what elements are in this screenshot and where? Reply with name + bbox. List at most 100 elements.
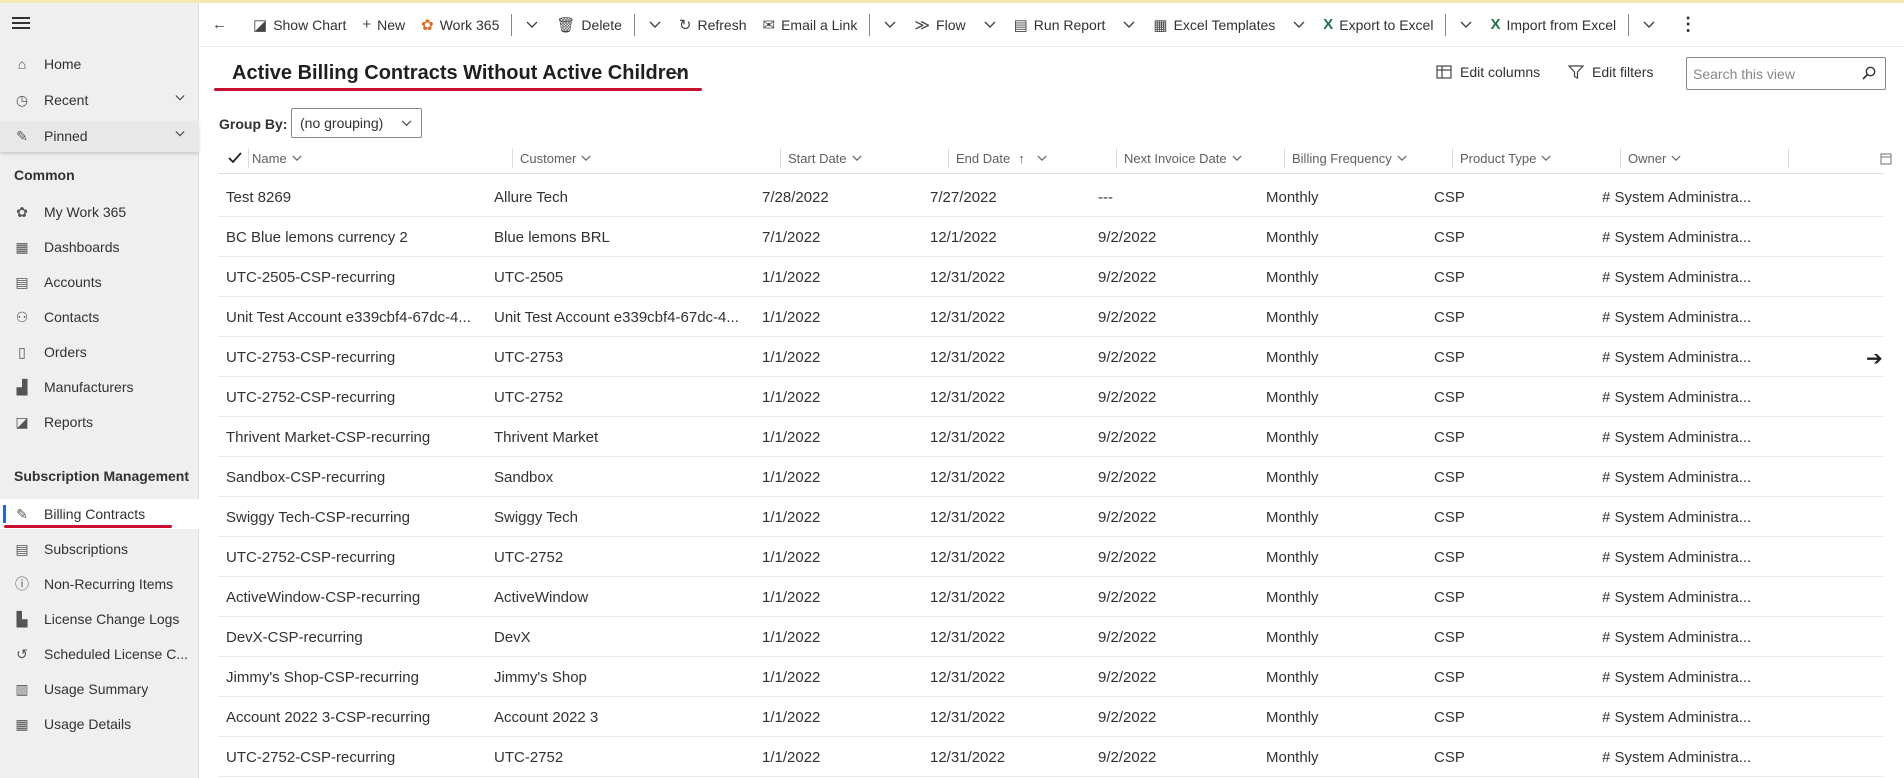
sidebar-item-dashboards[interactable]: ▦ Dashboards (0, 232, 199, 262)
select-all-checkbox[interactable] (228, 142, 242, 174)
column-settings-icon[interactable] (1880, 153, 1892, 165)
column-header-owner[interactable]: Owner (1628, 142, 1681, 174)
sidebar-item-my-work365[interactable]: ✿ My Work 365 (0, 197, 199, 227)
view-title[interactable]: Active Billing Contracts Without Active … (232, 62, 689, 85)
table-row[interactable]: Unit Test Account e339cbf4-67dc-4... Unit… (218, 297, 1884, 337)
cell-owner[interactable]: # System Administra... (1602, 577, 1772, 617)
cell-name[interactable]: Jimmy's Shop-CSP-recurring (226, 657, 481, 697)
column-header-billing-frequency[interactable]: Billing Frequency (1292, 142, 1407, 174)
cell-customer[interactable]: Unit Test Account e339cbf4-67dc-4... (494, 297, 749, 337)
edit-filters-button[interactable]: Edit filters (1568, 64, 1653, 80)
table-row[interactable]: Sandbox-CSP-recurring Sandbox 1/1/2022 12/3… (218, 457, 1884, 497)
cell-name[interactable]: BC Blue lemons currency 2 (226, 217, 481, 257)
sidebar-item-accounts[interactable]: ▤ Accounts (0, 267, 199, 297)
work365-button[interactable]: ✿ Work 365 (413, 3, 507, 47)
run-report-dropdown[interactable] (1113, 3, 1145, 47)
cell-name[interactable]: Unit Test Account e339cbf4-67dc-4... (226, 297, 481, 337)
column-header-customer[interactable]: Customer (520, 142, 591, 174)
back-button[interactable]: ← (200, 3, 245, 47)
column-header-end-date[interactable]: End Date ↑ (956, 142, 1047, 174)
cell-owner[interactable]: # System Administra... (1602, 457, 1772, 497)
table-row[interactable]: BC Blue lemons currency 2 Blue lemons BRL… (218, 217, 1884, 257)
cell-owner[interactable]: # System Administra... (1602, 257, 1772, 297)
sidebar-item-license-change-logs[interactable]: ▙ License Change Logs (0, 604, 199, 634)
cell-owner[interactable]: # System Administra... (1602, 217, 1772, 257)
arrow-right-icon[interactable]: ➔ (1866, 346, 1883, 371)
sidebar-item-reports[interactable]: ◪ Reports (0, 407, 199, 437)
table-row[interactable]: Account 2022 3-CSP-recurring Account 2022… (218, 697, 1884, 737)
work365-dropdown[interactable] (516, 3, 548, 47)
table-row[interactable]: UTC-2752-CSP-recurring UTC-2752 1/1/2022 12… (218, 377, 1884, 417)
cell-owner[interactable]: # System Administra... (1602, 617, 1772, 657)
sidebar-item-subscriptions[interactable]: ▤ Subscriptions (0, 534, 199, 564)
cell-customer[interactable]: UTC-2752 (494, 537, 749, 577)
new-button[interactable]: + New (354, 3, 413, 47)
cell-name[interactable]: DevX-CSP-recurring (226, 617, 481, 657)
table-row[interactable]: UTC-2505-CSP-recurring UTC-2505 1/1/2022 12… (218, 257, 1884, 297)
cell-owner[interactable]: # System Administra... (1602, 377, 1772, 417)
flow-dropdown[interactable] (974, 3, 1006, 47)
table-row[interactable]: ActiveWindow-CSP-recurring ActiveWindow 1/… (218, 577, 1884, 617)
cell-customer[interactable]: Sandbox (494, 457, 749, 497)
cell-owner[interactable]: # System Administra... (1602, 417, 1772, 457)
sidebar-item-usage-summary[interactable]: ▥ Usage Summary (0, 674, 199, 704)
cell-name[interactable]: Sandbox-CSP-recurring (226, 457, 481, 497)
sidebar-item-non-recurring-items[interactable]: ⓘ Non-Recurring Items (0, 569, 199, 599)
cell-name[interactable]: Test 8269 (226, 177, 481, 217)
cell-customer[interactable]: Account 2022 3 (494, 697, 749, 737)
sidebar-item-usage-details[interactable]: ▦ Usage Details (0, 709, 199, 739)
cell-customer[interactable]: Blue lemons BRL (494, 217, 749, 257)
sidebar-item-orders[interactable]: ▯ Orders (0, 337, 199, 367)
cell-customer[interactable]: Jimmy's Shop (494, 657, 749, 697)
cell-owner[interactable]: # System Administra... (1602, 297, 1772, 337)
export-excel-dropdown[interactable] (1450, 3, 1482, 47)
table-row[interactable]: Swiggy Tech-CSP-recurring Swiggy Tech 1/1/… (218, 497, 1884, 537)
email-link-button[interactable]: ✉ Email a Link (755, 3, 866, 47)
table-row[interactable]: Test 8269 Allure Tech 7/28/2022 7/27/2022 --… (218, 177, 1884, 217)
refresh-button[interactable]: ↻ Refresh (671, 3, 755, 47)
cell-owner[interactable]: # System Administra... (1602, 537, 1772, 577)
cell-owner[interactable]: # System Administra... (1602, 497, 1772, 537)
email-dropdown[interactable] (874, 3, 906, 47)
sidebar-item-contacts[interactable]: ⚇ Contacts (0, 302, 199, 332)
cell-name[interactable]: UTC-2505-CSP-recurring (226, 257, 481, 297)
excel-templates-button[interactable]: ▦ Excel Templates (1145, 3, 1283, 47)
table-row[interactable]: UTC-2752-CSP-recurring UTC-2752 1/1/2022 12… (218, 737, 1884, 777)
chevron-down-icon[interactable] (175, 93, 185, 103)
view-selector-chevron-icon[interactable] (672, 69, 684, 77)
cell-name[interactable]: UTC-2752-CSP-recurring (226, 377, 481, 417)
cell-customer[interactable]: ActiveWindow (494, 577, 749, 617)
cell-owner[interactable]: # System Administra... (1602, 737, 1772, 777)
edit-columns-button[interactable]: Edit columns (1436, 64, 1540, 80)
cell-customer[interactable]: UTC-2753 (494, 337, 749, 377)
cell-customer[interactable]: Swiggy Tech (494, 497, 749, 537)
cell-name[interactable]: ActiveWindow-CSP-recurring (226, 577, 481, 617)
show-chart-button[interactable]: ◪ Show Chart (245, 3, 354, 47)
cell-owner[interactable]: # System Administra... (1602, 697, 1772, 737)
table-row[interactable]: UTC-2753-CSP-recurring UTC-2753 1/1/2022 12… (218, 337, 1884, 377)
cell-customer[interactable]: UTC-2505 (494, 257, 749, 297)
cell-name[interactable]: UTC-2752-CSP-recurring (226, 537, 481, 577)
delete-button[interactable]: 🗑 Delete (548, 3, 630, 47)
cell-customer[interactable]: UTC-2752 (494, 377, 749, 417)
group-by-select[interactable]: (no grouping) (291, 108, 422, 138)
chevron-down-icon[interactable] (175, 129, 185, 139)
cell-customer[interactable]: UTC-2752 (494, 737, 749, 777)
column-header-product-type[interactable]: Product Type (1460, 142, 1551, 174)
hamburger-menu-icon[interactable] (12, 17, 30, 31)
cell-customer[interactable]: Thrivent Market (494, 417, 749, 457)
export-excel-button[interactable]: X Export to Excel (1315, 3, 1441, 47)
table-row[interactable]: Jimmy's Shop-CSP-recurring Jimmy's Shop 1/… (218, 657, 1884, 697)
sidebar-item-pinned[interactable]: ✎ Pinned (0, 121, 199, 151)
import-excel-dropdown[interactable] (1633, 3, 1665, 47)
column-header-next-invoice-date[interactable]: Next Invoice Date (1124, 142, 1242, 174)
sidebar-item-home[interactable]: ⌂ Home (0, 49, 199, 79)
cell-owner[interactable]: # System Administra... (1602, 657, 1772, 697)
import-excel-button[interactable]: X Import from Excel (1482, 3, 1624, 47)
flow-button[interactable]: ≫ Flow (906, 3, 973, 47)
table-row[interactable]: DevX-CSP-recurring DevX 1/1/2022 12/31/2022… (218, 617, 1884, 657)
run-report-button[interactable]: ▤ Run Report (1006, 3, 1114, 47)
sidebar-item-manufacturers[interactable]: ▟ Manufacturers (0, 372, 199, 402)
sidebar-item-recent[interactable]: ◷ Recent (0, 85, 199, 115)
delete-dropdown[interactable] (639, 3, 671, 47)
